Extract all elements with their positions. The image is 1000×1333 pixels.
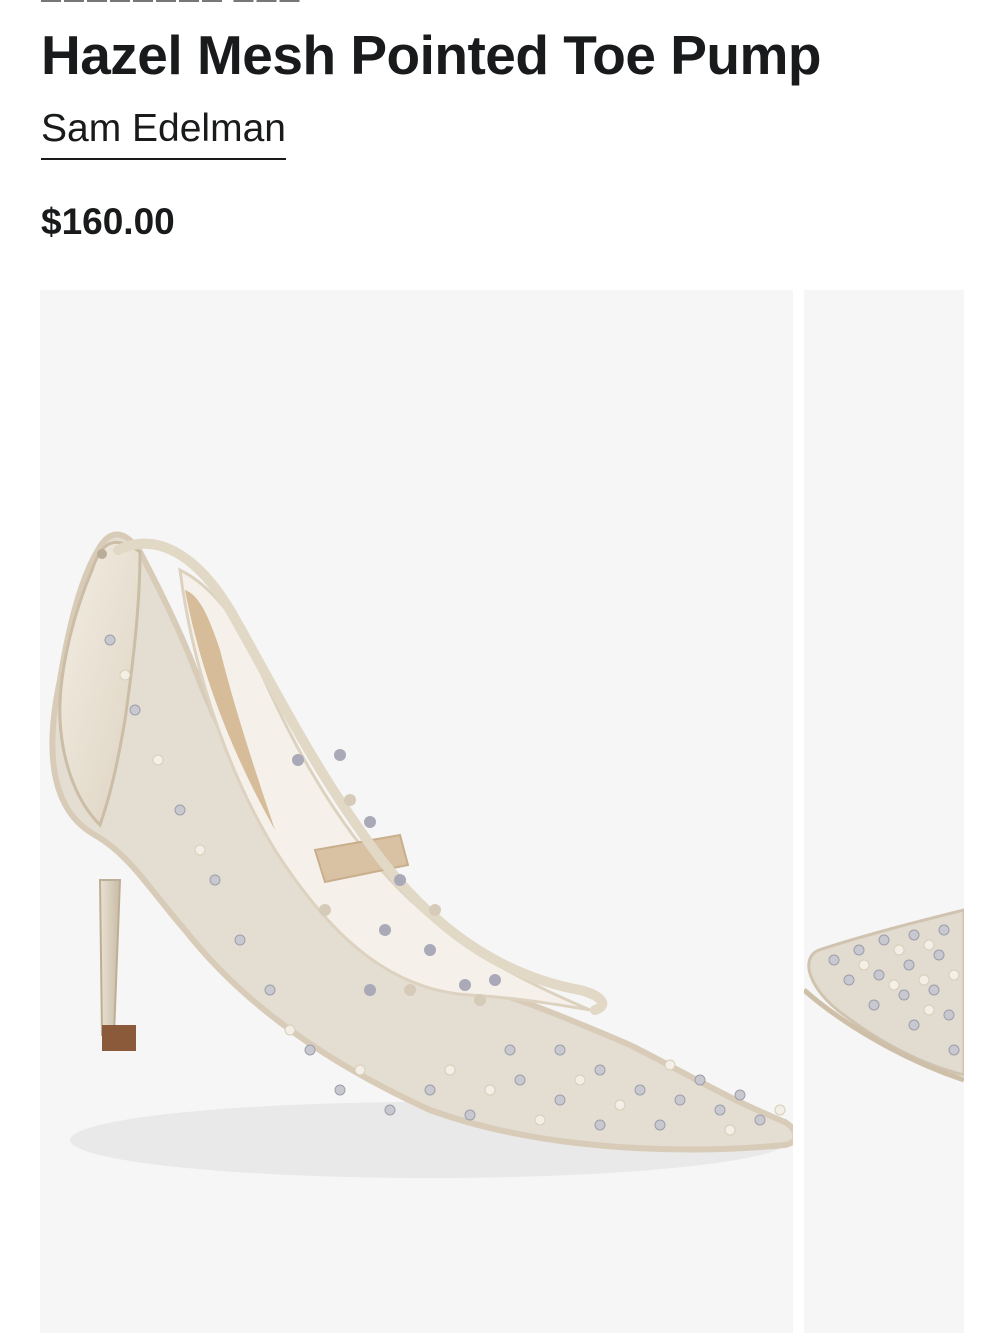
product-price: $160.00 bbox=[41, 201, 175, 242]
product-image-next[interactable] bbox=[804, 290, 964, 1333]
brand-link[interactable]: Sam Edelman bbox=[41, 104, 286, 160]
product-image-main[interactable] bbox=[40, 290, 793, 1333]
previous-line-cutoff: ▬▬▬▬▬▬▬▬ ▬▬▬ bbox=[41, 0, 361, 2]
pump-shoe-toe-illustration bbox=[804, 908, 964, 1083]
product-title: Hazel Mesh Pointed Toe Pump bbox=[41, 24, 822, 86]
product-image-gallery[interactable] bbox=[40, 290, 1000, 1333]
pump-shoe-illustration bbox=[49, 531, 793, 1178]
